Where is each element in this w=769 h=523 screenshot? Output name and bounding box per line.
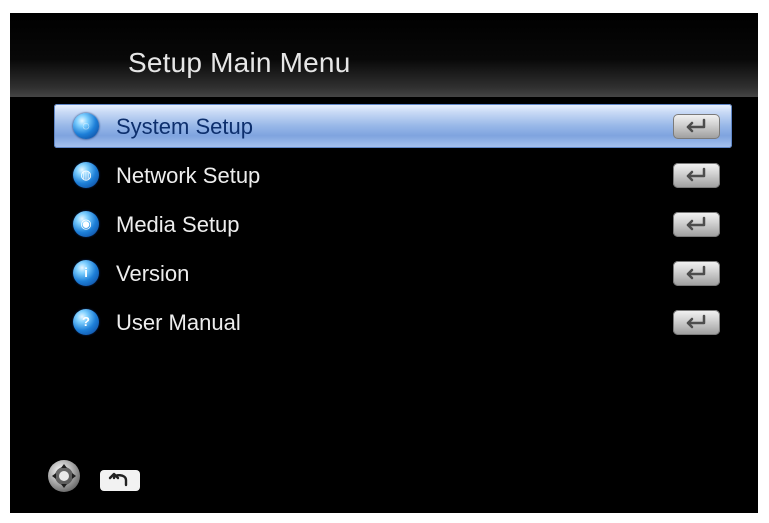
menu-item-network-setup[interactable]: ◍ Network Setup <box>54 153 732 197</box>
menu-item-label: Version <box>116 261 190 286</box>
header: Setup Main Menu <box>10 13 758 97</box>
menu-item-label: User Manual <box>116 310 241 335</box>
help-icon: ? <box>73 309 99 335</box>
setup-screen: Setup Main Menu ◌ System Setup ◍ Network… <box>10 13 758 513</box>
menu-item-user-manual[interactable]: ? User Manual <box>54 300 732 344</box>
network-globe-icon: ◍ <box>73 162 99 188</box>
enter-icon[interactable] <box>673 114 720 139</box>
menu-item-version[interactable]: i Version <box>54 251 732 295</box>
return-icon <box>100 470 140 491</box>
menu-item-media-setup[interactable]: ◉ Media Setup <box>54 202 732 246</box>
globe-icon: ◌ <box>73 113 99 139</box>
enter-icon[interactable] <box>673 163 720 188</box>
enter-icon[interactable] <box>673 212 720 237</box>
info-icon: i <box>73 260 99 286</box>
menu-item-label: Media Setup <box>116 212 240 237</box>
menu-item-system-setup[interactable]: ◌ System Setup <box>54 104 732 148</box>
enter-icon[interactable] <box>673 310 720 335</box>
enter-icon[interactable] <box>673 261 720 286</box>
dpad-icon <box>48 460 80 492</box>
page-title: Setup Main Menu <box>128 47 351 78</box>
setup-menu: ◌ System Setup ◍ Network Setup ◉ Media S… <box>54 104 732 349</box>
media-globe-icon: ◉ <box>73 211 99 237</box>
menu-item-label: Network Setup <box>116 163 261 188</box>
menu-item-label: System Setup <box>116 114 253 139</box>
